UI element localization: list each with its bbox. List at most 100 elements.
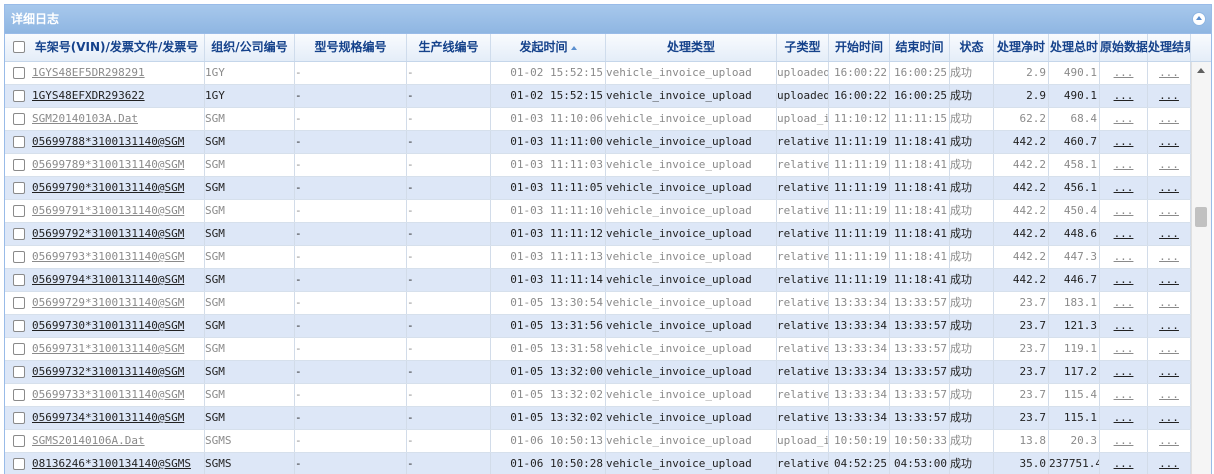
- table-row[interactable]: 1GYS48EF5DR298291 1GY - -01-02 15:52:15 vehi…: [5, 62, 1191, 85]
- column-header-sub[interactable]: 子类型: [777, 34, 829, 61]
- table-row[interactable]: 05699794*3100131140@SGM SGM - -01-03 11:11:…: [5, 269, 1191, 292]
- column-header-org[interactable]: 组织/公司编号: [205, 34, 295, 61]
- cell-result-link[interactable]: ...: [1148, 246, 1191, 268]
- row-checkbox[interactable]: [13, 159, 25, 171]
- cell-raw-link[interactable]: ...: [1100, 108, 1148, 130]
- table-row[interactable]: SGMS20140106A.Dat SGMS - -01-06 10:50:13 veh…: [5, 430, 1191, 453]
- cell-raw-link[interactable]: ...: [1100, 407, 1148, 429]
- table-row[interactable]: 05699789*3100131140@SGM SGM - -01-03 11:11:…: [5, 154, 1191, 177]
- row-checkbox[interactable]: [13, 251, 25, 263]
- row-checkbox[interactable]: [13, 90, 25, 102]
- column-header-start[interactable]: 开始时间: [829, 34, 890, 61]
- cell-raw-link[interactable]: ...: [1100, 62, 1148, 84]
- row-checkbox[interactable]: [13, 182, 25, 194]
- cell-raw-link[interactable]: ...: [1100, 246, 1148, 268]
- cell-raw-link[interactable]: ...: [1100, 177, 1148, 199]
- cell-raw-link[interactable]: ...: [1100, 315, 1148, 337]
- sort-ascending-icon[interactable]: [570, 45, 577, 50]
- cell-raw-link[interactable]: ...: [1100, 338, 1148, 360]
- table-row[interactable]: 05699788*3100131140@SGM SGM - -01-03 11:11:…: [5, 131, 1191, 154]
- table-row[interactable]: 05699730*3100131140@SGM SGM - -01-05 13:31:…: [5, 315, 1191, 338]
- cell-vin-link[interactable]: 1GYS48EF5DR298291: [29, 62, 205, 84]
- cell-result-link[interactable]: ...: [1148, 223, 1191, 245]
- cell-raw-link[interactable]: ...: [1100, 453, 1148, 474]
- cell-vin-link[interactable]: 05699790*3100131140@SGM: [29, 177, 205, 199]
- table-row[interactable]: 05699791*3100131140@SGM SGM - -01-03 11:11:…: [5, 200, 1191, 223]
- cell-raw-link[interactable]: ...: [1100, 430, 1148, 452]
- row-checkbox[interactable]: [13, 205, 25, 217]
- column-header-model[interactable]: 型号规格编号: [295, 34, 407, 61]
- cell-vin-link[interactable]: 1GYS48EFXDR293622: [29, 85, 205, 107]
- column-header-line[interactable]: 生产线编号: [407, 34, 491, 61]
- column-header-vin[interactable]: 车架号(VIN)/发票文件/发票号: [29, 34, 205, 61]
- cell-vin-link[interactable]: 05699789*3100131140@SGM: [29, 154, 205, 176]
- row-checkbox[interactable]: [13, 228, 25, 240]
- row-checkbox[interactable]: [13, 136, 25, 148]
- cell-vin-link[interactable]: SGM20140103A.Dat: [29, 108, 205, 130]
- row-checkbox[interactable]: [13, 366, 25, 378]
- cell-vin-link[interactable]: 05699733*3100131140@SGM: [29, 384, 205, 406]
- cell-result-link[interactable]: ...: [1148, 154, 1191, 176]
- cell-vin-link[interactable]: 05699791*3100131140@SGM: [29, 200, 205, 222]
- row-checkbox[interactable]: [13, 297, 25, 309]
- cell-raw-link[interactable]: ...: [1100, 131, 1148, 153]
- cell-vin-link[interactable]: 05699788*3100131140@SGM: [29, 131, 205, 153]
- table-row[interactable]: 05699732*3100131140@SGM SGM - -01-05 13:32:…: [5, 361, 1191, 384]
- cell-vin-link[interactable]: 08136246*3100134140@SGMS: [29, 453, 205, 474]
- cell-result-link[interactable]: ...: [1148, 177, 1191, 199]
- cell-result-link[interactable]: ...: [1148, 292, 1191, 314]
- row-checkbox[interactable]: [13, 67, 25, 79]
- table-row[interactable]: 05699793*3100131140@SGM SGM - -01-03 11:11:…: [5, 246, 1191, 269]
- cell-result-link[interactable]: ...: [1148, 338, 1191, 360]
- cell-result-link[interactable]: ...: [1148, 407, 1191, 429]
- column-header-time[interactable]: 发起时间: [491, 34, 606, 61]
- table-row[interactable]: 05699733*3100131140@SGM SGM - -01-05 13:32:…: [5, 384, 1191, 407]
- table-row[interactable]: 05699792*3100131140@SGM SGM - -01-03 11:11:…: [5, 223, 1191, 246]
- row-checkbox[interactable]: [13, 343, 25, 355]
- cell-vin-link[interactable]: 05699732*3100131140@SGM: [29, 361, 205, 383]
- row-checkbox[interactable]: [13, 320, 25, 332]
- cell-result-link[interactable]: ...: [1148, 430, 1191, 452]
- cell-result-link[interactable]: ...: [1148, 269, 1191, 291]
- cell-result-link[interactable]: ...: [1148, 453, 1191, 474]
- cell-raw-link[interactable]: ...: [1100, 154, 1148, 176]
- row-checkbox[interactable]: [13, 274, 25, 286]
- cell-vin-link[interactable]: 05699734*3100131140@SGM: [29, 407, 205, 429]
- table-row[interactable]: SGM20140103A.Dat SGM - -01-03 11:10:06 vehic…: [5, 108, 1191, 131]
- cell-raw-link[interactable]: ...: [1100, 361, 1148, 383]
- cell-vin-link[interactable]: 05699730*3100131140@SGM: [29, 315, 205, 337]
- cell-result-link[interactable]: ...: [1148, 108, 1191, 130]
- scroll-up-arrow-icon[interactable]: [1197, 68, 1205, 73]
- cell-result-link[interactable]: ...: [1148, 361, 1191, 383]
- cell-result-link[interactable]: ...: [1148, 384, 1191, 406]
- table-row[interactable]: 05699790*3100131140@SGM SGM - -01-03 11:11:…: [5, 177, 1191, 200]
- cell-raw-link[interactable]: ...: [1100, 292, 1148, 314]
- cell-result-link[interactable]: ...: [1148, 62, 1191, 84]
- collapse-icon[interactable]: [1192, 12, 1206, 26]
- vertical-scrollbar[interactable]: [1191, 62, 1211, 474]
- cell-vin-link[interactable]: 05699794*3100131140@SGM: [29, 269, 205, 291]
- cell-result-link[interactable]: ...: [1148, 85, 1191, 107]
- cell-result-link[interactable]: ...: [1148, 131, 1191, 153]
- cell-raw-link[interactable]: ...: [1100, 223, 1148, 245]
- column-header-end[interactable]: 结束时间: [890, 34, 950, 61]
- cell-vin-link[interactable]: SGMS20140106A.Dat: [29, 430, 205, 452]
- table-row[interactable]: 05699729*3100131140@SGM SGM - -01-05 13:30:…: [5, 292, 1191, 315]
- cell-raw-link[interactable]: ...: [1100, 384, 1148, 406]
- cell-vin-link[interactable]: 05699731*3100131140@SGM: [29, 338, 205, 360]
- row-checkbox[interactable]: [13, 412, 25, 424]
- cell-result-link[interactable]: ...: [1148, 200, 1191, 222]
- row-checkbox[interactable]: [13, 389, 25, 401]
- table-row[interactable]: 05699731*3100131140@SGM SGM - -01-05 13:31:…: [5, 338, 1191, 361]
- table-row[interactable]: 08136246*3100134140@SGMS SGMS - -01-06 10:5…: [5, 453, 1191, 474]
- cell-vin-link[interactable]: 05699792*3100131140@SGM: [29, 223, 205, 245]
- row-checkbox[interactable]: [13, 113, 25, 125]
- column-header-status[interactable]: 状态: [950, 34, 994, 61]
- column-header-result[interactable]: 处理结果: [1148, 34, 1191, 61]
- column-header-raw[interactable]: 原始数据: [1100, 34, 1148, 61]
- select-all-checkbox[interactable]: [13, 41, 25, 53]
- cell-raw-link[interactable]: ...: [1100, 269, 1148, 291]
- cell-raw-link[interactable]: ...: [1100, 85, 1148, 107]
- column-header-net[interactable]: 处理净时: [994, 34, 1049, 61]
- table-row[interactable]: 05699734*3100131140@SGM SGM - -01-05 13:32:…: [5, 407, 1191, 430]
